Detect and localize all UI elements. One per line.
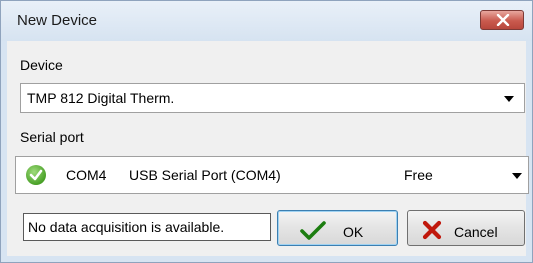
- device-selected-value: TMP 812 Digital Therm.: [27, 90, 175, 106]
- close-button[interactable]: [480, 10, 524, 30]
- close-icon: [496, 14, 510, 26]
- status-message: No data acquisition is available.: [23, 213, 271, 241]
- serial-port-label: Serial port: [20, 129, 84, 145]
- x-icon: [422, 220, 442, 240]
- cancel-label: Cancel: [454, 224, 498, 240]
- port-description: USB Serial Port (COM4): [129, 167, 281, 183]
- title-bar[interactable]: New Device: [1, 1, 532, 41]
- port-status: Free: [404, 167, 433, 183]
- ok-button[interactable]: OK: [277, 210, 398, 246]
- window-title: New Device: [17, 12, 98, 29]
- chevron-down-icon[interactable]: [512, 173, 522, 179]
- checkmark-icon: [300, 221, 326, 240]
- device-label: Device: [20, 57, 63, 73]
- serial-port-dropdown[interactable]: COM4 USB Serial Port (COM4) Free: [15, 156, 529, 194]
- chevron-down-icon[interactable]: [504, 96, 514, 102]
- check-circle-icon: [26, 165, 46, 185]
- port-name: COM4: [66, 167, 107, 183]
- device-dropdown[interactable]: TMP 812 Digital Therm.: [20, 83, 525, 113]
- cancel-button[interactable]: Cancel: [407, 210, 525, 246]
- new-device-dialog: New Device Device TMP 812 Digital Therm.…: [0, 0, 533, 263]
- ok-label: OK: [343, 224, 364, 240]
- dialog-body: Device TMP 812 Digital Therm. Serial por…: [7, 41, 529, 256]
